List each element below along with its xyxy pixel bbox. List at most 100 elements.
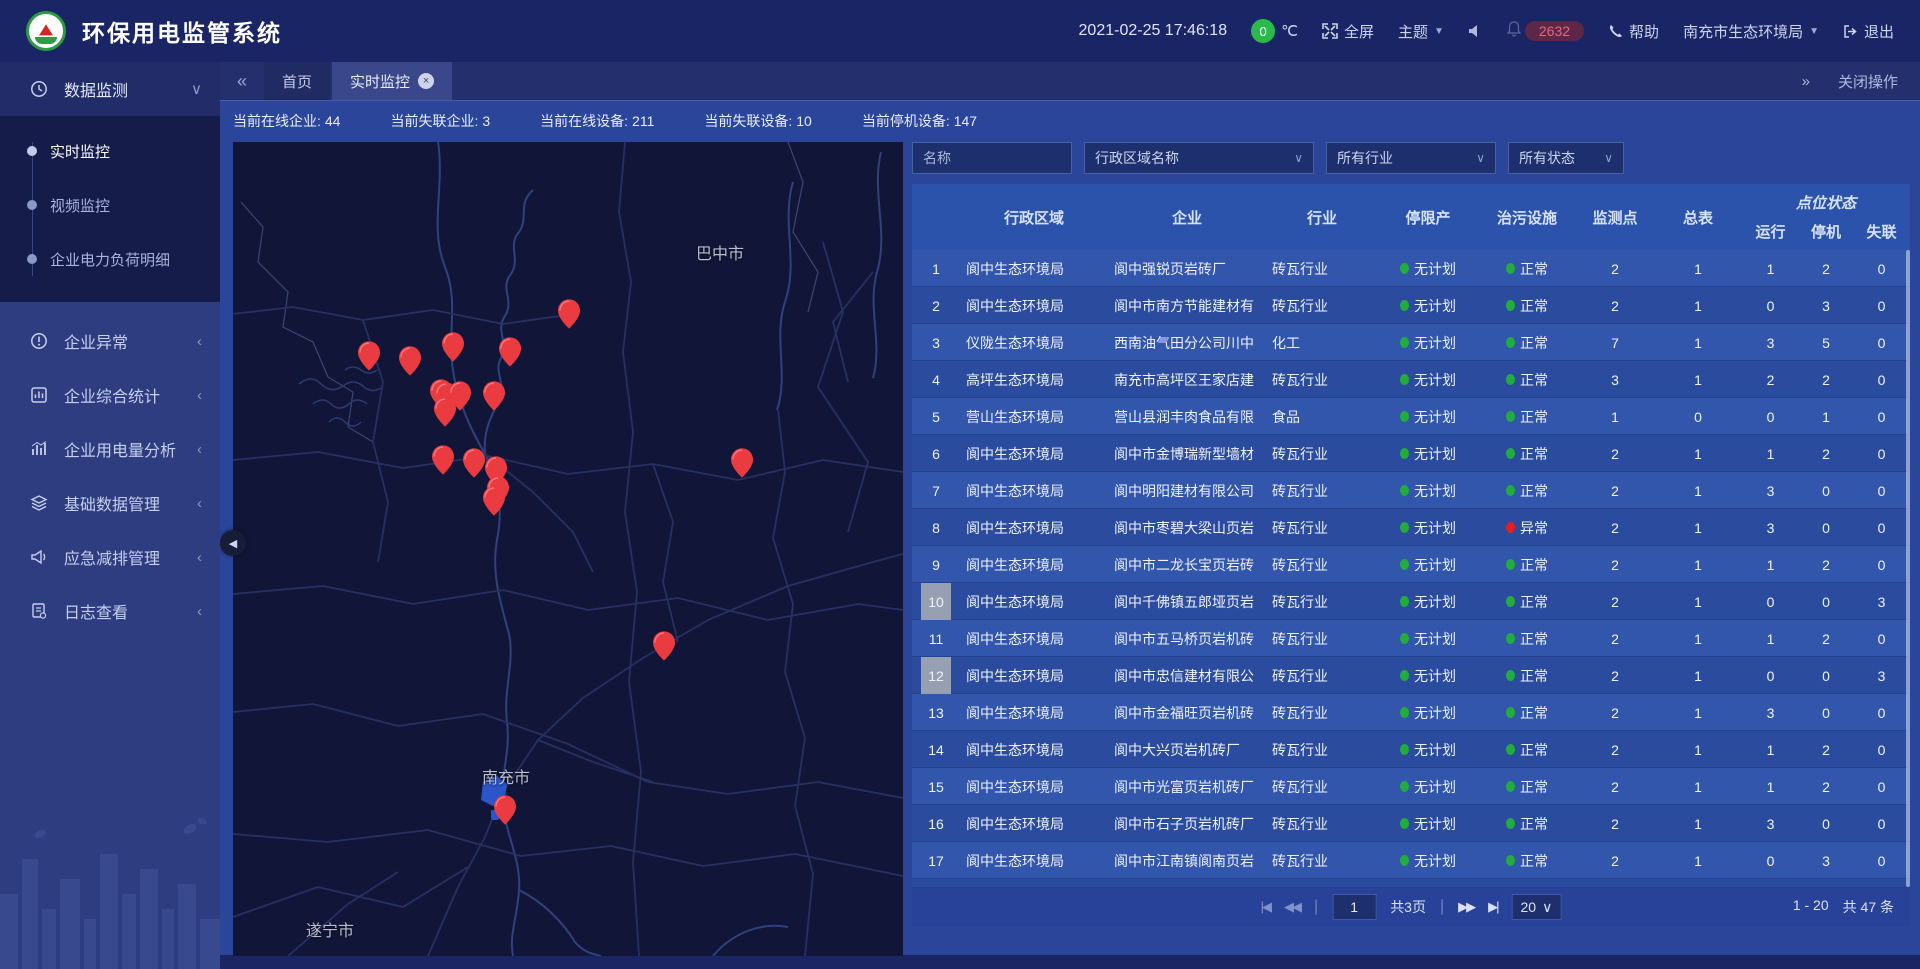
help-button[interactable]: 帮助 — [1608, 21, 1659, 42]
last-page-button[interactable]: ▶| — [1488, 899, 1497, 915]
table-row[interactable]: 18 南部生态环境局 南部县砚化水泥有限公 建材加工 无计划 正常 5 — [912, 879, 1910, 887]
stop-limit-label: 无计划 — [1414, 814, 1456, 834]
table-row[interactable]: 14 阆中生态环境局 阆中大兴页岩机砖厂 砖瓦行业 无计划 正常 2 — [912, 731, 1910, 768]
map-marker-pin-icon[interactable] — [558, 299, 580, 329]
monitor-points-cell: 1 — [1576, 398, 1654, 435]
map-marker-pin-icon[interactable] — [499, 337, 521, 367]
close-operations-button[interactable]: 关闭操作 — [1838, 71, 1898, 92]
stop-limit-cell: 无计划 — [1378, 324, 1478, 361]
map-marker-pin-icon[interactable] — [434, 397, 456, 427]
map-panel[interactable]: 巴中市南充市遂宁市 — [233, 142, 903, 956]
sidebar-group-enterprise-abnormal[interactable]: 企业异常 ‹ — [0, 314, 220, 368]
status-filter-select[interactable]: 所有状态 ∨ — [1508, 142, 1624, 174]
sidebar-group-enterprise-stats[interactable]: 企业综合统计 ‹ — [0, 368, 220, 422]
main-meter-cell: 1 — [1654, 509, 1742, 546]
prev-page-button[interactable]: ◀◀ — [1284, 899, 1300, 915]
table-row[interactable]: 9 阆中生态环境局 阆中市二龙长宝页岩砖 砖瓦行业 无计划 正常 2 — [912, 546, 1910, 583]
sidebar-group-base-data[interactable]: 基础数据管理 ‹ — [0, 476, 220, 530]
row-index-cell: 13 — [912, 694, 960, 731]
sidebar-item-realtime-monitor[interactable]: 实时监控 — [0, 124, 220, 178]
table-row[interactable]: 16 阆中生态环境局 阆中市石子页岩机砖厂 砖瓦行业 无计划 正常 2 — [912, 805, 1910, 842]
industry-filter-select[interactable]: 所有行业 ∨ — [1326, 142, 1496, 174]
stop-limit-cell: 无计划 — [1378, 583, 1478, 620]
tab-home[interactable]: 首页 — [264, 62, 330, 100]
chevron-down-icon: ▼ — [1809, 26, 1819, 37]
table-row[interactable]: 17 阆中生态环境局 阆中市江南镇阆南页岩 砖瓦行业 无计划 正常 2 — [912, 842, 1910, 879]
table-row[interactable]: 6 阆中生态环境局 阆中市金博瑞新型墙材 砖瓦行业 无计划 正常 2 — [912, 435, 1910, 472]
running-count-cell: 0 — [1742, 398, 1799, 435]
name-filter-input[interactable] — [912, 142, 1072, 174]
table-row[interactable]: 8 阆中生态环境局 阆中市枣碧大梁山页岩 砖瓦行业 无计划 异常 2 — [912, 509, 1910, 546]
table-row[interactable]: 12 阆中生态环境局 阆中市忠信建材有限公 砖瓦行业 无计划 正常 2 — [912, 657, 1910, 694]
map-collapse-button[interactable]: ◀ — [220, 530, 246, 556]
company-cell: 阆中大兴页岩机砖厂 — [1108, 731, 1266, 768]
sidebar-group-label: 企业异常 — [64, 329, 128, 353]
map-city-label: 巴中市 — [696, 240, 744, 264]
stats-box-icon — [30, 386, 50, 404]
table-row[interactable]: 1 阆中生态环境局 阆中强锐页岩砖厂 砖瓦行业 无计划 正常 2 — [912, 250, 1910, 287]
table-row[interactable]: 13 阆中生态环境局 阆中市金福旺页岩机砖 砖瓦行业 无计划 正常 2 — [912, 694, 1910, 731]
map-marker-pin-icon[interactable] — [432, 445, 454, 475]
running-count-cell: 1 — [1742, 435, 1799, 472]
map-marker-pin-icon[interactable] — [494, 795, 516, 825]
map-marker-pin-icon[interactable] — [653, 631, 675, 661]
close-icon[interactable]: × — [418, 73, 434, 89]
map-marker-pin-icon[interactable] — [731, 448, 753, 478]
table-row[interactable]: 3 仪陇生态环境局 西南油气田分公司川中 化工 无计划 正常 7 — [912, 324, 1910, 361]
region-cell: 阆中生态环境局 — [960, 842, 1108, 879]
sidebar-group-logs[interactable]: 日志查看 ‹ — [0, 584, 220, 638]
table-row[interactable]: 4 高坪生态环境局 南充市高坪区王家店建 砖瓦行业 无计划 正常 3 — [912, 361, 1910, 398]
table-row[interactable]: 7 阆中生态环境局 阆中明阳建材有限公司 砖瓦行业 无计划 正常 2 — [912, 472, 1910, 509]
running-count-cell: 3 — [1742, 509, 1799, 546]
table-scrollbar[interactable] — [1906, 250, 1910, 887]
status-label: 当前停机设备: — [862, 113, 950, 129]
map-marker-pin-icon[interactable] — [358, 341, 380, 371]
chevron-collapsed-icon: ‹ — [197, 441, 202, 458]
map-marker-pin-icon[interactable] — [483, 381, 505, 411]
stop-limit-cell: 无计划 — [1378, 435, 1478, 472]
fullscreen-button[interactable]: 全屏 — [1322, 21, 1374, 42]
first-page-button[interactable]: |◀ — [1261, 899, 1270, 915]
logout-button[interactable]: 退出 — [1843, 21, 1894, 42]
org-dropdown[interactable]: 南充市生态环境局 ▼ — [1683, 21, 1819, 42]
row-index-cell: 18 — [912, 879, 960, 887]
sidebar-item-power-load-detail[interactable]: 企业电力负荷明细 — [0, 232, 220, 286]
halted-count-cell: 2 — [1799, 250, 1853, 287]
stop-limit-label: 无计划 — [1414, 407, 1456, 427]
notification-area[interactable]: 2632 — [1507, 21, 1584, 41]
monitor-points-cell: 2 — [1576, 435, 1654, 472]
map-marker-pin-icon[interactable] — [399, 346, 421, 376]
sidebar-group-data-monitor[interactable]: 数据监测 ∨ — [0, 62, 220, 116]
help-label: 帮助 — [1629, 21, 1659, 42]
next-page-button[interactable]: ▶▶ — [1458, 899, 1474, 915]
sidebar-group-label: 数据监测 — [64, 77, 128, 101]
table-row[interactable]: 10 阆中生态环境局 阆中千佛镇五郎垭页岩 砖瓦行业 无计划 正常 2 — [912, 583, 1910, 620]
table-row[interactable]: 2 阆中生态环境局 阆中市南方节能建材有 砖瓦行业 无计划 正常 2 — [912, 287, 1910, 324]
theme-dropdown[interactable]: 主题 ▼ — [1398, 21, 1444, 42]
sidebar-group-power-analysis[interactable]: 企业用电量分析 ‹ — [0, 422, 220, 476]
speaker-icon — [1468, 24, 1483, 38]
table-row[interactable]: 5 营山生态环境局 营山县润丰肉食品有限 食品 无计划 正常 1 — [912, 398, 1910, 435]
mute-button[interactable] — [1468, 24, 1483, 38]
pollution-facility-cell: 异常 — [1478, 509, 1576, 546]
region-cell: 阆中生态环境局 — [960, 768, 1108, 805]
pollution-facility-cell: 正常 — [1478, 324, 1576, 361]
map-marker-pin-icon[interactable] — [463, 448, 485, 478]
region-filter-select[interactable]: 行政区域名称 ∨ — [1084, 142, 1314, 174]
map-marker-pin-icon[interactable] — [442, 332, 464, 362]
tabs-scroll-left-icon[interactable]: « — [220, 62, 264, 100]
facility-status-label: 异常 — [1520, 518, 1548, 538]
table-row[interactable]: 11 阆中生态环境局 阆中市五马桥页岩机砖 砖瓦行业 无计划 正常 2 — [912, 620, 1910, 657]
halted-count-cell: 0 — [1799, 694, 1853, 731]
tab-realtime-monitor[interactable]: 实时监控 × — [332, 62, 452, 100]
sidebar-item-video-monitor[interactable]: 视频监控 — [0, 178, 220, 232]
page-size-select[interactable]: 20 ∨ — [1512, 894, 1562, 920]
main-meter-cell: 1 — [1654, 657, 1742, 694]
phone-icon — [1608, 24, 1623, 39]
tabs-scroll-right-icon[interactable]: » — [1802, 73, 1810, 90]
page-number-input[interactable] — [1332, 894, 1376, 920]
table-row[interactable]: 15 阆中生态环境局 阆中市光富页岩机砖厂 砖瓦行业 无计划 正常 2 — [912, 768, 1910, 805]
map-marker-pin-icon[interactable] — [483, 486, 505, 516]
halted-count-cell: 2 — [1799, 768, 1853, 805]
sidebar-group-emergency[interactable]: 应急减排管理 ‹ — [0, 530, 220, 584]
